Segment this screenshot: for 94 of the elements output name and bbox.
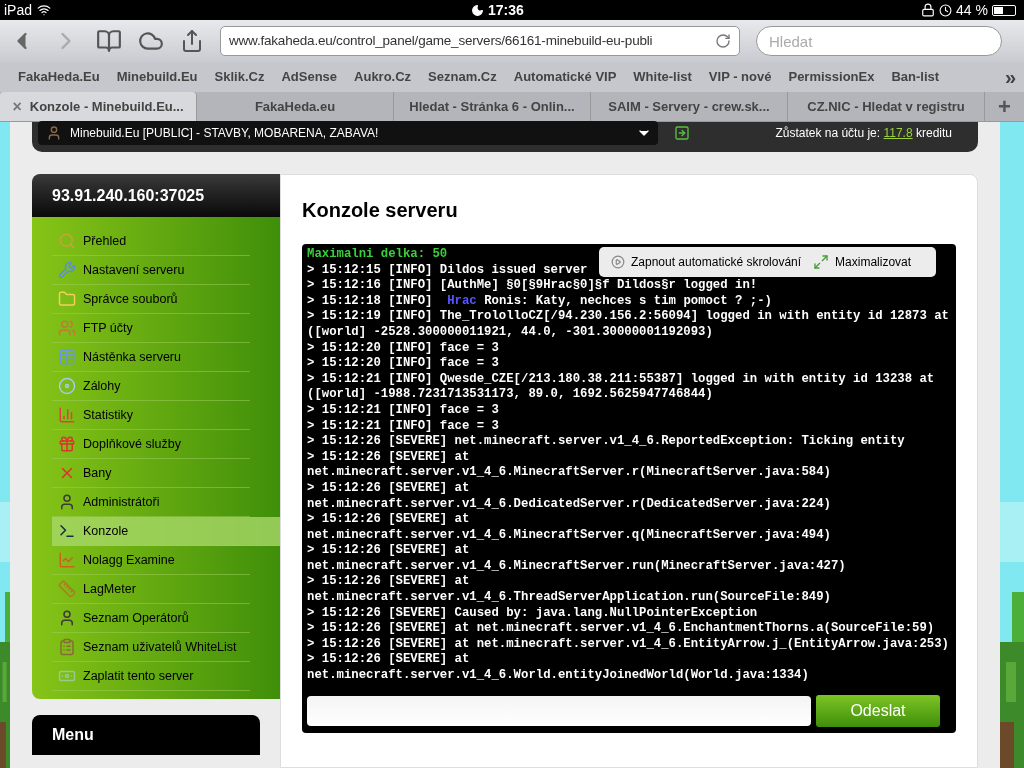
ruler-icon: [58, 580, 76, 598]
console-line: > 15:12:26 [SEVERE] net.minecraft.server.v1_4_6.ReportedException: Ticking entity: [307, 434, 905, 450]
battery-percent: 44 %: [956, 0, 988, 20]
browser-tab[interactable]: × Konzole - Minebuild.Eu...: [0, 92, 197, 121]
sidebar-item[interactable]: Doplňkové služby: [52, 430, 250, 459]
play-icon: [611, 255, 625, 269]
people-icon: [58, 319, 76, 337]
more-bookmarks-button[interactable]: »: [1004, 67, 1016, 87]
sidebar-item[interactable]: Seznam uživatelů WhiteList: [52, 633, 250, 662]
disc-icon: [58, 377, 76, 395]
console-line: > 15:12:26 [SEVERE] at net.minecraft.server.v1_4_6.EnchantmentThorns.a(SourceFile:59): [307, 621, 935, 637]
avatar-icon: [46, 125, 62, 141]
new-tab-button[interactable]: +: [985, 92, 1024, 121]
page-title: Konzole serveru: [302, 198, 459, 223]
person-icon: [58, 493, 76, 511]
sidebar-item[interactable]: Nolagg Examine: [52, 546, 250, 575]
bookmark-link[interactable]: Aukro.Cz: [354, 67, 412, 87]
console-line: > 15:12:16 [INFO] [AuthMe] §0[§9Hrac§0]§f Dildos§r logged in!: [307, 278, 758, 294]
console-line: > 15:12:19 [INFO] The_TrololloCZ[/94.230.156.2:56094] logged in with entity id 12873 at ([world] -2528.300000011921, 44.0, -301.30000001192093): [307, 309, 950, 341]
sidebar-item[interactable]: Nástěnka serveru: [52, 343, 250, 372]
tab-title: FakaHeda.eu: [254, 97, 336, 116]
autoscroll-toggle[interactable]: Zapnout automatické skrolování: [631, 253, 802, 271]
sidebar-item[interactable]: Zálohy: [52, 372, 250, 401]
bookmark-link[interactable]: PermissionEx: [788, 67, 875, 87]
expand-icon: [813, 254, 830, 270]
tab-title: SAIM - Servery - crew.sk...: [608, 97, 770, 116]
line-chart-icon: [58, 551, 76, 569]
console-line: > 15:12:26 [SEVERE] at net.minecraft.server.v1_4_6.MinecraftServer.run(MinecraftServer.java:427): [307, 543, 847, 575]
sidebar-item[interactable]: Nastavení serveru: [52, 256, 250, 285]
magnifier-icon: [58, 232, 76, 250]
console-line: > 15:12:26 [SEVERE] at net.minecraft.server.v1_4_6.World.entityJoinedWorld(World.java:1334): [307, 652, 810, 684]
bookmark-link[interactable]: Sklik.Cz: [214, 67, 265, 87]
terminal-icon: [58, 522, 76, 540]
bookmark-link[interactable]: Ban-list: [891, 67, 940, 87]
console-line: > 15:12:21 [INFO] face = 3: [307, 402, 499, 419]
share-icon[interactable]: [180, 29, 204, 53]
bookmark-link[interactable]: Minebuild.Eu: [116, 67, 198, 87]
console-line: > 15:12:26 [SEVERE] at net.minecraft.server.v1_4_6.DedicatedServer.r(DedicatedServer.java:224): [307, 480, 832, 513]
balance-text: Zůstatek na účtu je: 117.8 kreditu: [775, 125, 952, 142]
bar-chart-icon: [58, 406, 76, 424]
tab-title: CZ.NIC - Hledat v registru: [807, 97, 965, 116]
rotation-lock-icon: [921, 3, 936, 17]
console-line: > 15:12:26 [SEVERE] at net.minecraft.server.v1_4_6.MinecraftServer.r(MinecraftServer.java:584): [307, 449, 832, 481]
console-line: > 15:12:20 [INFO] face = 3: [307, 340, 499, 357]
search-field[interactable]: Hledat: [756, 26, 1002, 56]
maximize-toggle[interactable]: Maximalizovat: [835, 253, 912, 271]
sidebar-item[interactable]: Seznam Operátorů: [52, 604, 250, 633]
server-address: 93.91.240.160:37025: [32, 174, 280, 217]
menu-header: Menu: [32, 715, 260, 755]
alarm-icon: [939, 3, 953, 17]
table-icon: [58, 348, 76, 366]
reload-icon[interactable]: [715, 33, 731, 49]
moon-icon: [471, 3, 484, 17]
bookmark-link[interactable]: AdSense: [281, 67, 338, 87]
console-line: > 15:12:26 [SEVERE] at net.minecraft.server.v1_4_6.ThreadServerApplication.run(SourceFile:849): [307, 574, 832, 606]
person-icon: [58, 609, 76, 627]
console-line: Maximalni delka: 50: [307, 247, 448, 263]
console-line: > 15:12:26 [SEVERE] at net.minecraft.server.v1_4_6.MinecraftServer.q(MinecraftServer.java:494): [307, 512, 832, 544]
sidebar-item[interactable]: FTP účty: [52, 314, 250, 343]
sidebar-item[interactable]: Konzole: [52, 517, 280, 546]
console-line: > 15:12:20 [INFO] face = 3: [307, 356, 499, 372]
bookmark-link[interactable]: Automatické VIP: [513, 67, 617, 87]
console-line: > 15:12:21 [INFO] Qwesde_CZE[/213.180.38.211:55387] logged in with entity id 13238 at ([world] -1988.7231713531173, 89.0, 1692.5625947746844): [307, 371, 936, 403]
server-name: Minebuild.Eu [PUBLIC] - STAVBY, MOBARENA, ZABAVA!: [70, 125, 380, 142]
tab-title: Hledat - Stránka 6 - Onlin...: [409, 97, 575, 116]
bookmark-link[interactable]: VIP - nové: [708, 67, 772, 87]
sidebar-item[interactable]: Zaplatit tento server: [52, 662, 250, 691]
battery-icon: [992, 4, 1016, 16]
url-text: www.fakaheda.eu/control_panel/game_servers/66161-minebuild-eu-publi: [229, 31, 654, 50]
tab-title: Konzole - Minebuild.Eu...: [29, 97, 184, 116]
device-name: iPad: [4, 0, 33, 20]
sidebar-item[interactable]: LagMeter: [52, 575, 250, 604]
sidebar-item[interactable]: Správce souborů: [52, 285, 250, 314]
sidebar-item[interactable]: Bany: [52, 459, 250, 488]
folder-icon: [58, 290, 76, 308]
server-select[interactable]: Minebuild.Eu [PUBLIC] - STAVBY, MOBARENA, ZABAVA!: [38, 121, 658, 145]
wifi-icon: [36, 3, 53, 17]
console-line: > 15:12:26 [SEVERE] at net.minecraft.server.v1_4_6.EntityArrow.j_(EntityArrow.java:253): [307, 636, 949, 653]
console-line: > 15:12:21 [INFO] face = 3: [307, 418, 499, 435]
console-line: > 15:12:18 [INFO] Hrac Ronis: Katy, nechces s tim pomoct ? ;-): [307, 293, 772, 310]
bookmark-link[interactable]: FakaHeda.Eu: [18, 67, 100, 87]
bookmark-link[interactable]: Seznam.Cz: [428, 67, 497, 87]
gift-icon: [58, 435, 76, 453]
sidebar-item[interactable]: Přehled: [52, 227, 250, 256]
bookmark-link[interactable]: White-list: [633, 67, 692, 87]
clipboard-icon: [58, 638, 76, 656]
clock-time: 17:36: [488, 0, 524, 20]
console-line: > 15:12:26 [SEVERE] Caused by: java.lang.NullPointerException: [307, 605, 758, 622]
command-field[interactable]: [307, 696, 811, 726]
address-field[interactable]: www.fakaheda.eu/control_panel/game_servers/66161-minebuild-eu-publi: [220, 26, 740, 56]
wrench-icon: [58, 261, 76, 279]
console-line: > 15:12:15 [INFO] Dildos issued server: [307, 262, 588, 279]
bookmarks-icon[interactable]: [96, 28, 122, 54]
sidebar-item[interactable]: Statistiky: [52, 401, 250, 430]
